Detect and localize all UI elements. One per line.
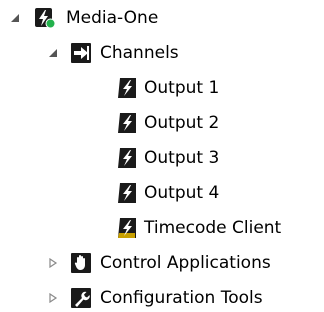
hand-icon <box>71 253 91 273</box>
tree-node-control-applications[interactable]: Control Applications <box>46 249 271 277</box>
tree-node-label: Channels <box>100 43 179 63</box>
wrench-icon <box>71 288 91 308</box>
tree-node-label: Output 4 <box>144 183 220 203</box>
collapse-arrow-icon[interactable] <box>46 256 60 270</box>
tree-node-output-2[interactable]: Output 2 <box>116 109 219 137</box>
channels-arrow-icon <box>71 43 91 63</box>
tree-node-label: Output 3 <box>144 148 220 168</box>
tree-node-media-one[interactable]: Media-One <box>8 4 158 32</box>
tree-node-label: Control Applications <box>100 253 271 273</box>
tree-node-label: Configuration Tools <box>100 288 263 308</box>
tree-node-channels[interactable]: Channels <box>46 39 179 67</box>
expand-arrow-icon[interactable] <box>46 46 60 60</box>
tree-node-output-3[interactable]: Output 3 <box>116 144 219 172</box>
tree-node-output-1[interactable]: Output 1 <box>116 74 219 102</box>
tree-node-label: Timecode Client <box>144 218 282 238</box>
output-bolt-icon <box>118 183 136 203</box>
tree-node-timecode-client[interactable]: Timecode Client <box>116 214 281 242</box>
timecode-bolt-icon <box>118 218 136 238</box>
output-bolt-icon <box>118 148 136 168</box>
tree-node-label: Output 1 <box>144 78 220 98</box>
output-bolt-icon <box>118 78 136 98</box>
tree-node-label: Output 2 <box>144 113 220 133</box>
collapse-arrow-icon[interactable] <box>46 291 60 305</box>
tree-node-label: Media-One <box>66 8 159 28</box>
output-bolt-icon <box>118 113 136 133</box>
tree-view: Media-One Channels Output 1 Output 2 Out… <box>0 0 324 311</box>
expand-arrow-icon[interactable] <box>8 11 22 25</box>
tree-node-configuration-tools[interactable]: Configuration Tools <box>46 284 263 312</box>
media-server-status-icon <box>35 8 56 29</box>
tree-node-output-4[interactable]: Output 4 <box>116 179 219 207</box>
